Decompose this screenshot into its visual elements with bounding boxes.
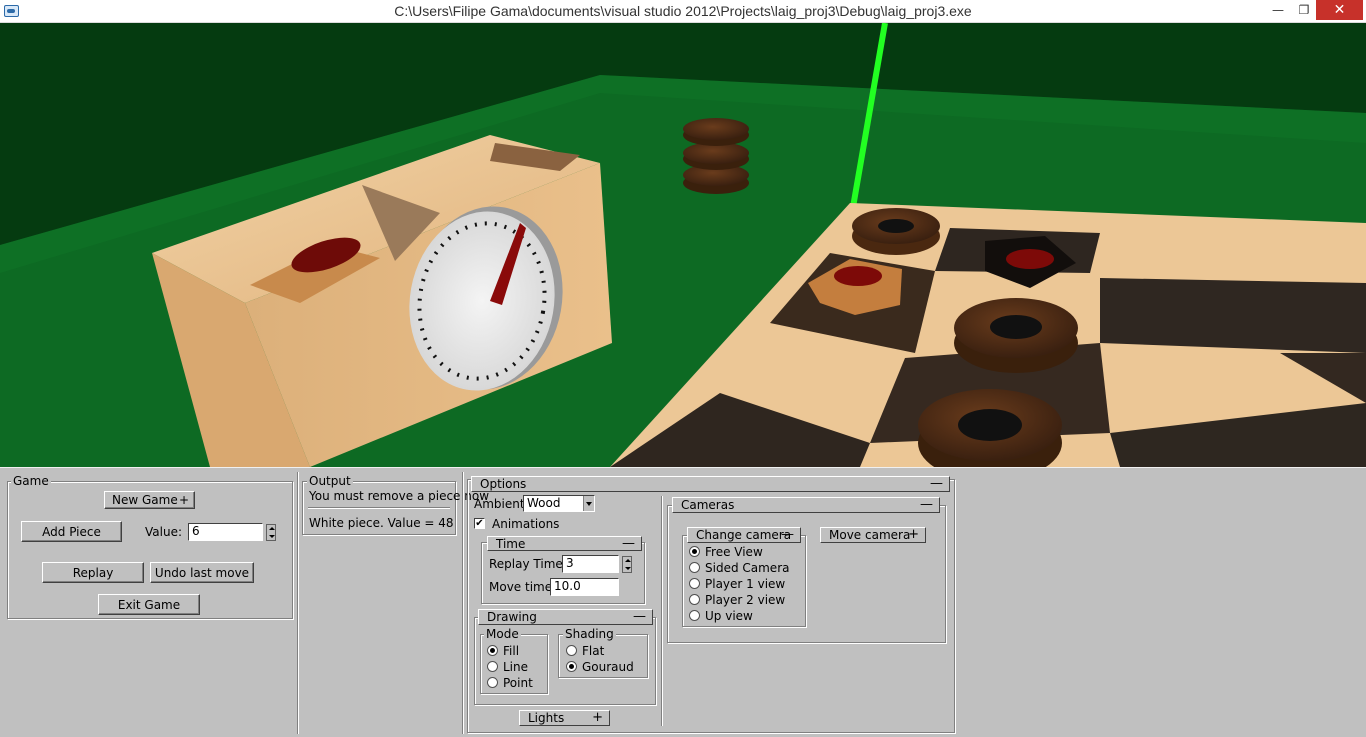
piece-info: White piece. Value = 48: [309, 516, 454, 530]
game-group-label: Game: [11, 474, 51, 488]
time-label: Time: [496, 536, 526, 551]
camera-sided-radio[interactable]: [689, 562, 700, 573]
ambient-value: Wood: [527, 496, 561, 510]
camera-player2-radio[interactable]: [689, 594, 700, 605]
replay-time-input[interactable]: 3: [562, 555, 619, 573]
collapse-icon: —: [930, 476, 943, 491]
camera-free-view-label: Free View: [705, 545, 763, 559]
shading-gouraud-label: Gouraud: [582, 660, 634, 674]
ambient-select[interactable]: Wood: [523, 495, 595, 512]
close-button[interactable]: ✕: [1316, 0, 1363, 20]
add-piece-button[interactable]: Add Piece: [21, 521, 122, 542]
mode-fill-label: Fill: [503, 644, 520, 658]
camera-player1-label: Player 1 view: [705, 577, 786, 591]
shading-label: Shading: [563, 627, 616, 641]
expand-icon: +: [908, 527, 919, 542]
scene-viewport[interactable]: [0, 23, 1366, 467]
value-label: Value:: [145, 525, 182, 539]
camera-player2-label: Player 2 view: [705, 593, 786, 607]
cameras-label: Cameras: [681, 498, 735, 512]
animations-checkbox[interactable]: ✔: [474, 518, 485, 529]
mode-label: Mode: [484, 627, 521, 641]
shading-flat-radio[interactable]: [566, 645, 577, 656]
value-spinner[interactable]: [266, 524, 276, 541]
undo-button[interactable]: Undo last move: [150, 562, 254, 583]
expand-icon: +: [178, 493, 189, 507]
camera-free-view-radio[interactable]: [689, 546, 700, 557]
title-bar: C:\Users\Filipe Gama\documents\visual st…: [0, 0, 1366, 23]
mode-fill-radio[interactable]: [487, 645, 498, 656]
change-camera-rollout[interactable]: Change camera —: [687, 527, 801, 543]
drawing-rollout[interactable]: Drawing —: [478, 609, 653, 625]
options-rollout[interactable]: Options —: [471, 476, 950, 492]
window-title: C:\Users\Filipe Gama\documents\visual st…: [394, 3, 972, 19]
shading-flat-label: Flat: [582, 644, 605, 658]
camera-sided-label: Sided Camera: [705, 561, 790, 575]
time-rollout[interactable]: Time —: [487, 536, 642, 551]
camera-player1-radio[interactable]: [689, 578, 700, 589]
options-separator: [661, 496, 663, 726]
move-camera-rollout[interactable]: Move camera +: [820, 527, 926, 543]
camera-up-view-label: Up view: [705, 609, 753, 623]
control-panel: Game New Game + Add Piece Value: 6 Repla…: [0, 467, 1366, 737]
ambient-label: Ambient: [474, 497, 525, 511]
change-camera-label: Change camera: [696, 528, 792, 542]
mode-line-radio[interactable]: [487, 661, 498, 672]
restore-button[interactable]: ❐: [1289, 0, 1319, 20]
camera-up-view-radio[interactable]: [689, 610, 700, 621]
drawing-label: Drawing: [487, 610, 537, 624]
replay-button[interactable]: Replay: [42, 562, 144, 583]
collapse-icon: —: [633, 609, 646, 624]
new-game-label: New Game: [112, 493, 178, 507]
scene-canvas: [0, 23, 1366, 467]
piece-stack: [683, 118, 749, 140]
replay-time-spinner[interactable]: [622, 556, 632, 573]
move-camera-label: Move camera: [829, 528, 911, 542]
collapse-icon: —: [622, 536, 635, 551]
column-separator: [297, 472, 299, 734]
new-game-button[interactable]: New Game +: [104, 491, 195, 509]
expand-icon: +: [592, 710, 603, 725]
shading-gouraud-radio[interactable]: [566, 661, 577, 672]
move-time-input[interactable]: 10.0: [550, 578, 619, 596]
lights-label: Lights: [528, 711, 565, 725]
app-icon: [4, 5, 19, 17]
replay-time-label: Replay Time: [489, 557, 563, 571]
mode-point-radio[interactable]: [487, 677, 498, 688]
cameras-rollout[interactable]: Cameras —: [672, 497, 940, 513]
mode-line-label: Line: [503, 660, 529, 674]
collapse-icon: —: [781, 527, 794, 542]
chevron-down-icon: [583, 496, 594, 511]
output-group-label: Output: [307, 474, 353, 488]
move-time-label: Move time: [489, 580, 553, 594]
lights-rollout[interactable]: Lights +: [519, 710, 610, 726]
exit-game-button[interactable]: Exit Game: [98, 594, 200, 615]
output-divider: [308, 507, 450, 509]
mode-point-label: Point: [503, 676, 533, 690]
animations-label: Animations: [492, 517, 560, 531]
collapse-icon: —: [920, 497, 933, 512]
options-label: Options: [480, 477, 527, 491]
output-message: You must remove a piece now: [309, 489, 490, 503]
value-input[interactable]: 6: [188, 523, 263, 541]
column-separator: [462, 472, 464, 734]
